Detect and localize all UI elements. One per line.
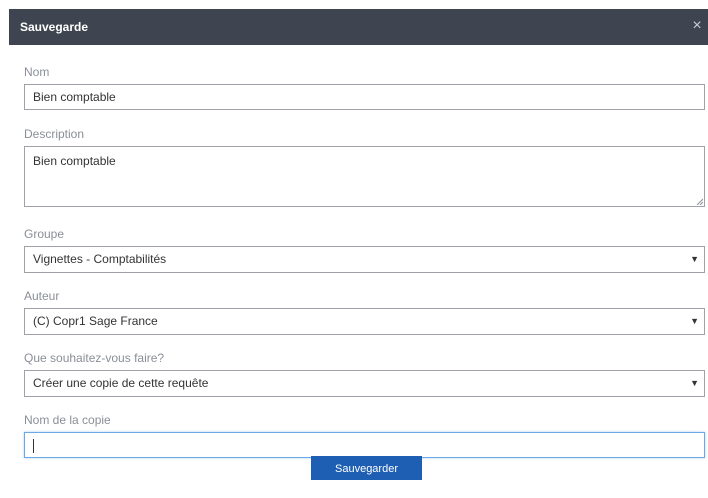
chevron-down-icon: ▼	[690, 254, 699, 264]
action-selected-value: Créer une copie de cette requête	[33, 376, 209, 390]
copy-name-input[interactable]	[24, 432, 705, 458]
chevron-down-icon: ▼	[690, 378, 699, 388]
description-label: Description	[24, 127, 85, 141]
copy-name-label: Nom de la copie	[24, 413, 111, 427]
name-label: Nom	[24, 65, 50, 79]
author-selected-value: (C) Copr1 Sage France	[33, 314, 158, 328]
group-label: Groupe	[24, 227, 65, 241]
dialog-title: Sauvegarde	[20, 20, 89, 34]
action-label: Que souhaitez-vous faire?	[24, 351, 165, 365]
close-icon[interactable]: ×	[690, 18, 704, 34]
text-caret	[33, 439, 34, 453]
save-dialog: Sauvegarde × Nom Bien comptable Descript…	[9, 9, 708, 498]
dialog-header: Sauvegarde ×	[9, 9, 708, 45]
chevron-down-icon: ▼	[690, 316, 699, 326]
resize-grip-icon[interactable]	[696, 198, 703, 205]
author-label: Auteur	[24, 289, 60, 303]
save-button[interactable]: Sauvegarder	[311, 456, 422, 480]
group-select[interactable]: Vignettes - Comptabilités ▼	[24, 246, 705, 273]
description-text: Bien comptable	[33, 154, 116, 168]
description-textarea[interactable]: Bien comptable	[24, 146, 705, 207]
group-selected-value: Vignettes - Comptabilités	[33, 252, 167, 266]
action-select[interactable]: Créer une copie de cette requête ▼	[24, 370, 705, 397]
author-select[interactable]: (C) Copr1 Sage France ▼	[24, 308, 705, 335]
name-input[interactable]: Bien comptable	[24, 84, 705, 110]
